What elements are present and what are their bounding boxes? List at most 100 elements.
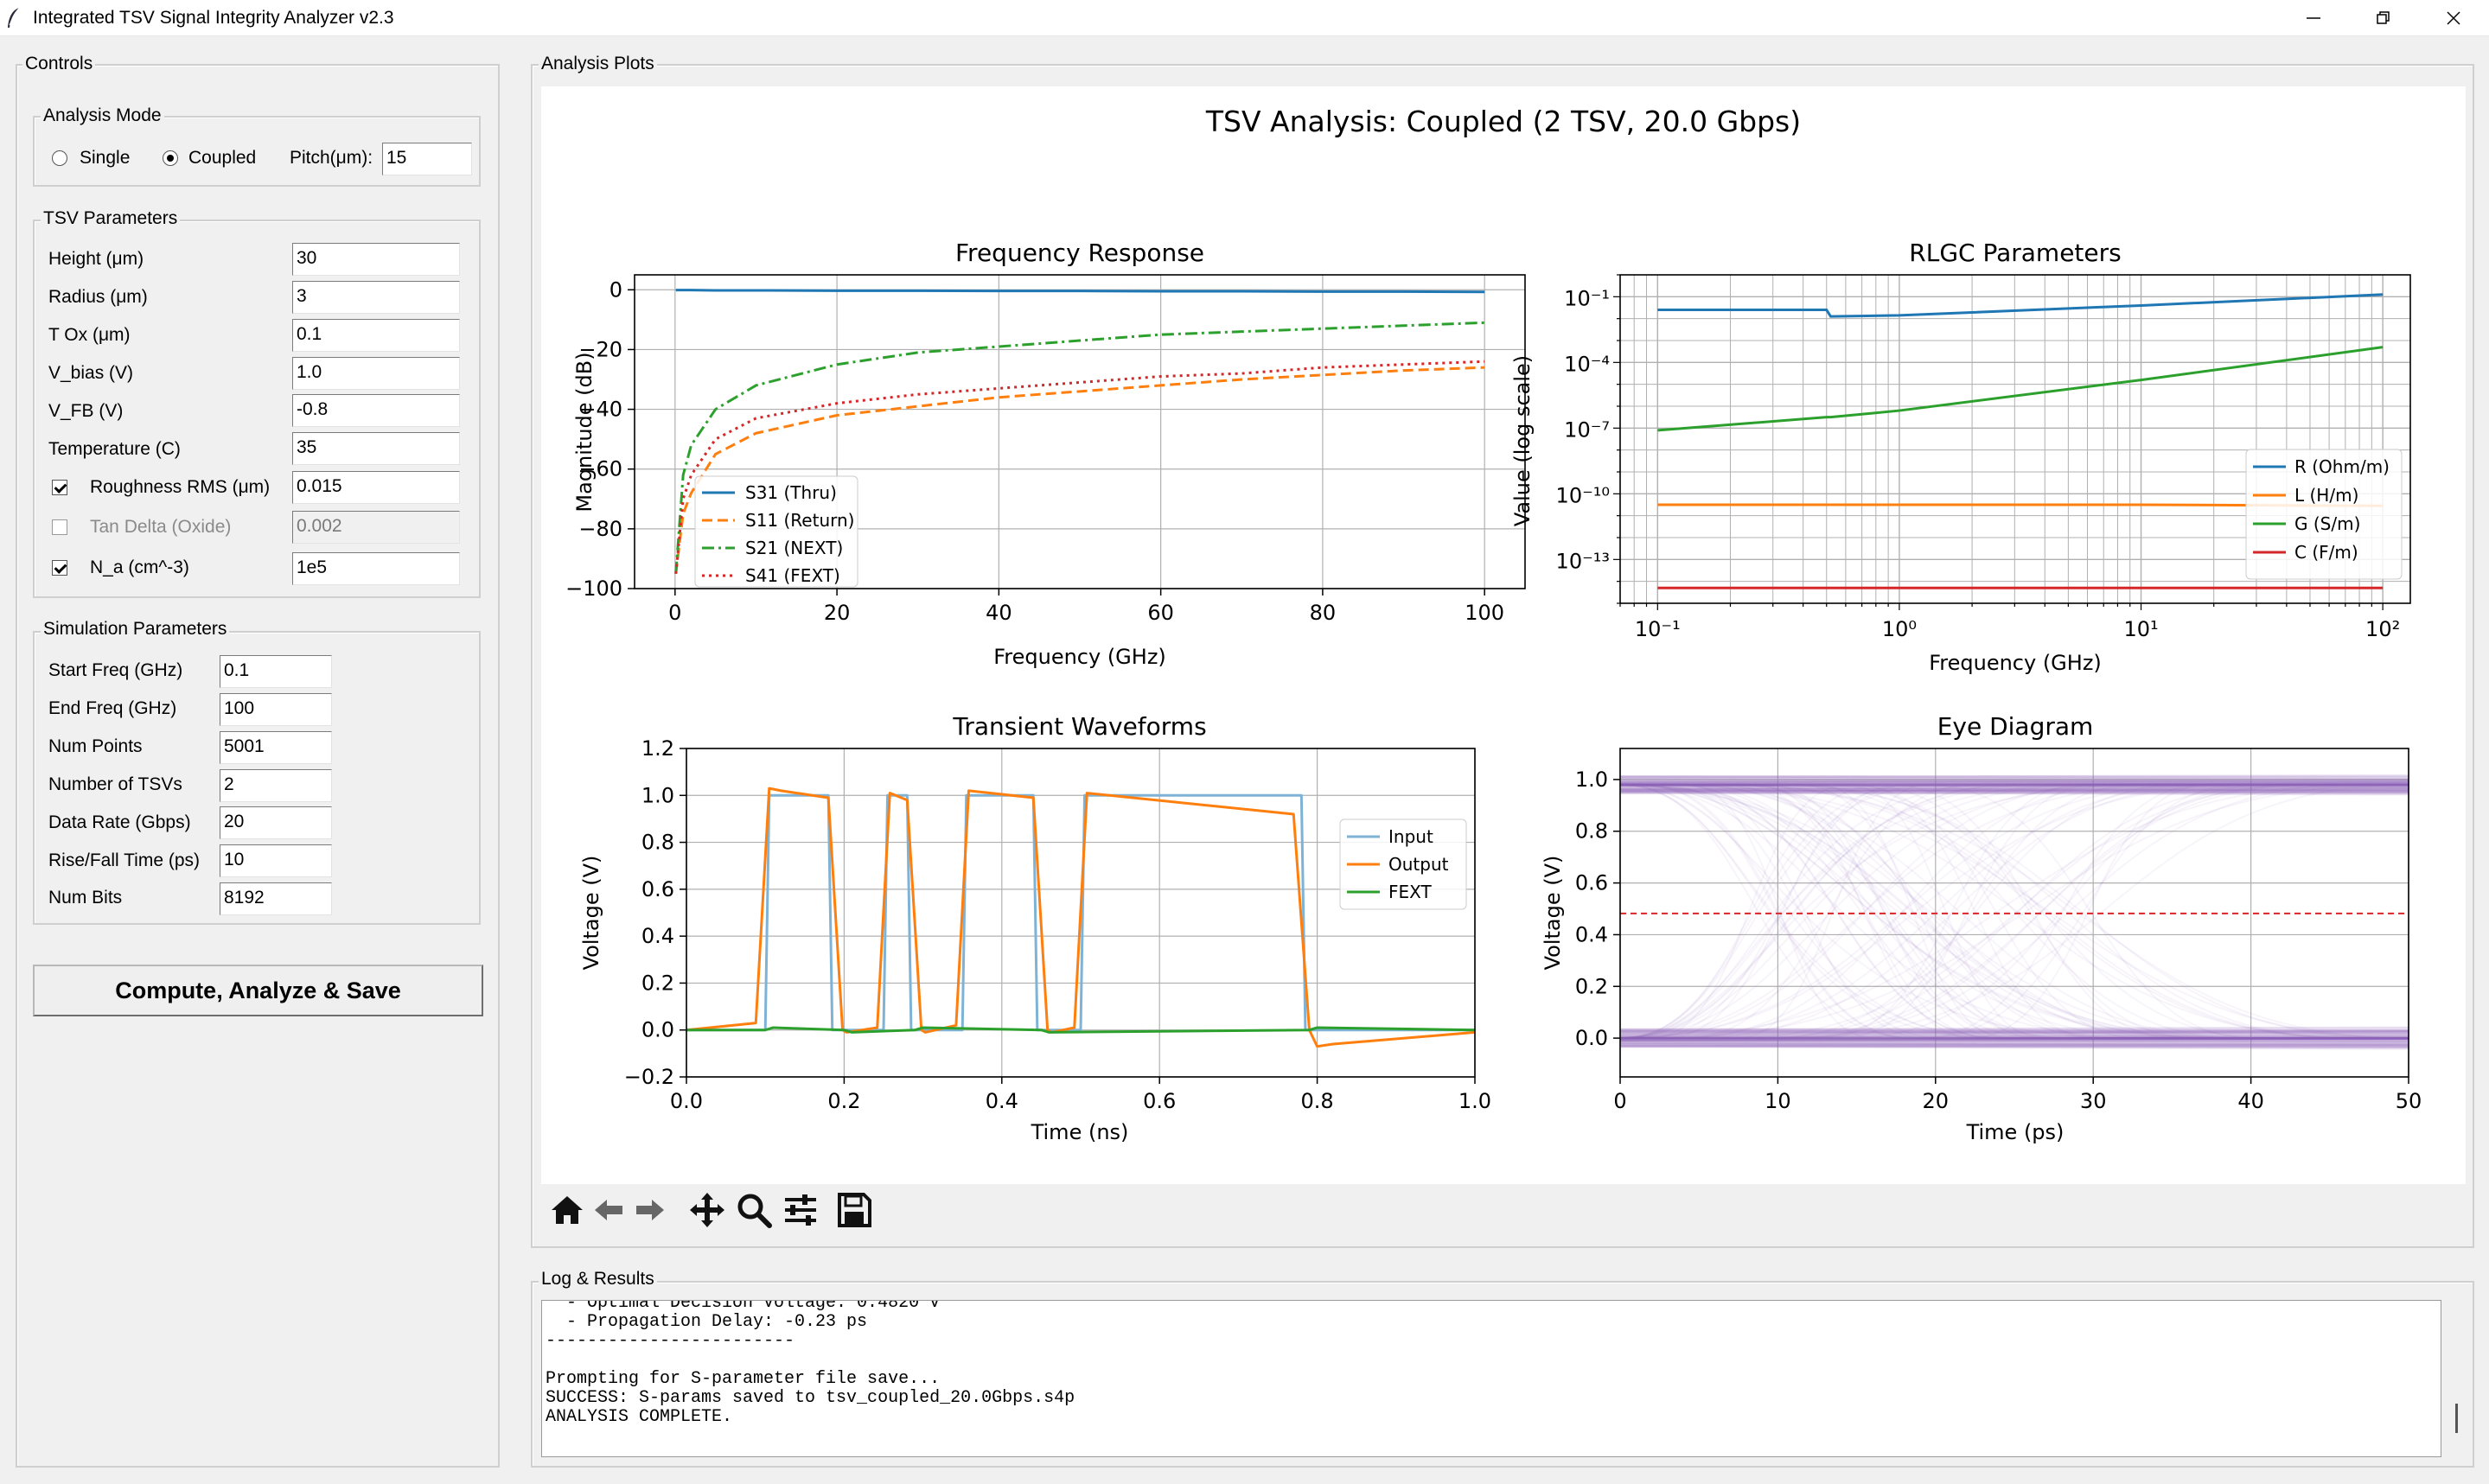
vfb-input[interactable]: -0.8 (292, 394, 460, 427)
y-tick-label: 10⁻¹ (1564, 286, 1610, 310)
roughness-checkbox[interactable] (52, 480, 67, 495)
y-tick-label: −80 (578, 517, 622, 541)
minimize-button[interactable] (2288, 3, 2339, 33)
x-tick-label: 100 (1465, 601, 1504, 625)
save-icon[interactable] (835, 1191, 873, 1229)
y-tick-label: 10⁻⁴ (1564, 352, 1610, 376)
transient-ylabel: Voltage (V) (579, 856, 603, 971)
window-title: Integrated TSV Signal Integrity Analyzer… (33, 8, 394, 28)
x-tick-label: 0 (668, 601, 681, 625)
eye-xlabel: Time (ps) (1966, 1120, 2065, 1144)
x-tick-label: 10 (1765, 1089, 1791, 1113)
y-tick-label: 10⁻⁷ (1564, 417, 1610, 442)
compute-analyze-save-button[interactable]: Compute, Analyze & Save (33, 965, 483, 1016)
na-input[interactable]: 1e5 (292, 552, 460, 585)
log-scrollbar-thumb[interactable] (2455, 1404, 2458, 1433)
num-bits-input[interactable]: 8192 (220, 882, 332, 915)
y-tick-label: 0.6 (641, 877, 674, 901)
y-tick-label: 0.4 (641, 924, 674, 948)
log-line: Prompting for S-parameter file save... (546, 1369, 941, 1389)
num-tsvs-input[interactable]: 2 (220, 769, 332, 802)
y-tick-label: −0.2 (624, 1065, 674, 1089)
series-line (1657, 293, 2384, 318)
data-rate-input[interactable]: 20 (220, 806, 332, 839)
num-bits-label: Num Bits (48, 888, 123, 908)
roughness-label: Roughness RMS (μm) (90, 477, 271, 497)
radius-input[interactable]: 3 (292, 281, 460, 314)
rlgc-parameters-plot: RLGC Parameters 10⁻¹ 10⁰ 10¹ 10² 10⁻¹ 10⁻⁴ 10⁻… (1510, 239, 2411, 675)
analysis-plots-title: Analysis Plots (539, 54, 657, 74)
na-checkbox[interactable] (52, 560, 67, 576)
vfb-label: V_FB (V) (48, 401, 124, 421)
pan-icon[interactable] (688, 1191, 726, 1229)
legend-label: Input (1388, 826, 1433, 847)
x-tick-label: 0.6 (1143, 1089, 1176, 1113)
legend-label: R (Ohm/m) (2294, 456, 2390, 477)
close-button[interactable] (2428, 3, 2479, 33)
start-freq-label: Start Freq (GHz) (48, 660, 183, 680)
simulation-parameters-title: Simulation Parameters (41, 619, 230, 640)
vbias-input[interactable]: 1.0 (292, 357, 460, 390)
eye-diagram-plot: Eye Diagram 0 10 20 30 40 50 1.0 0.8 0.6 0.4 0.2 0.… (1541, 712, 2422, 1144)
y-tick-label: 0.2 (641, 971, 674, 995)
plot-canvas[interactable]: TSV Analysis: Coupled (2 TSV, 20.0 Gbps)… (541, 86, 2466, 1184)
zoom-icon[interactable] (735, 1191, 773, 1229)
y-tick-label: 0.0 (641, 1018, 674, 1042)
legend-label: C (F/m) (2294, 542, 2358, 563)
tan-delta-checkbox[interactable] (52, 519, 67, 535)
x-tick-label: 10² (2365, 617, 2400, 641)
rise-fall-input[interactable]: 10 (220, 844, 332, 877)
data-rate-label: Data Rate (Gbps) (48, 812, 191, 832)
restore-icon (2377, 11, 2390, 24)
tan-delta-label: Tan Delta (Oxide) (90, 517, 232, 537)
x-tick-label: 10⁰ (1882, 617, 1917, 641)
series-line (1657, 346, 2384, 432)
radio-coupled[interactable] (163, 150, 178, 166)
y-tick-label: 1.2 (641, 736, 674, 761)
roughness-input[interactable]: 0.015 (292, 471, 460, 504)
freq-response-ylabel: Magnitude (dB) (572, 352, 597, 512)
log-text-area[interactable]: - Optimal Decision Voltage: 0.4820 V - P… (541, 1300, 2441, 1457)
x-tick-label: 20 (1923, 1089, 1950, 1113)
pitch-label: Pitch(μm): (290, 148, 373, 168)
radio-single[interactable] (52, 150, 67, 166)
num-tsvs-label: Number of TSVs (48, 774, 182, 794)
temperature-input[interactable]: 35 (292, 432, 460, 465)
y-tick-label: 0.8 (1575, 819, 1608, 844)
radius-label: Radius (μm) (48, 287, 148, 307)
tan-delta-input: 0.002 (292, 511, 460, 544)
pitch-input[interactable]: 15 (382, 143, 472, 175)
rlgc-xlabel: Frequency (GHz) (1929, 651, 2102, 675)
series-line (675, 289, 1485, 294)
num-points-label: Num Points (48, 736, 143, 756)
tox-input[interactable]: 0.1 (292, 319, 460, 352)
y-tick-label: 0.0 (1575, 1026, 1608, 1050)
x-tick-label: 60 (1147, 601, 1174, 625)
back-arrow-icon[interactable] (590, 1191, 628, 1229)
restore-button[interactable] (2358, 3, 2409, 33)
end-freq-label: End Freq (GHz) (48, 698, 177, 718)
num-points-input[interactable]: 5001 (220, 731, 332, 764)
x-tick-label: 0.4 (986, 1089, 1018, 1113)
log-line: SUCCESS: S-params saved to tsv_coupled_2… (546, 1388, 1075, 1408)
end-freq-input[interactable]: 100 (220, 693, 332, 726)
analysis-mode-title: Analysis Mode (41, 105, 164, 126)
forward-arrow-icon[interactable] (631, 1191, 669, 1229)
configure-icon[interactable] (782, 1191, 820, 1229)
figure-suptitle: TSV Analysis: Coupled (2 TSV, 20.0 Gbps) (1205, 105, 1801, 138)
y-tick-label: 1.0 (641, 783, 674, 807)
height-input[interactable]: 30 (292, 243, 460, 276)
x-tick-label: 20 (824, 601, 851, 625)
y-tick-label: 0.4 (1575, 922, 1608, 946)
log-scrollbar[interactable] (2447, 1296, 2466, 1457)
rlgc-title: RLGC Parameters (1909, 239, 2121, 267)
start-freq-input[interactable]: 0.1 (220, 655, 332, 688)
log-line: - Optimal Decision Voltage: 0.4820 V (546, 1300, 941, 1313)
x-tick-label: 50 (2396, 1089, 2422, 1113)
y-tick-label: 0.2 (1575, 974, 1608, 998)
x-tick-label: 0 (1613, 1089, 1626, 1113)
freq-response-title: Frequency Response (955, 239, 1204, 267)
legend-label: FEXT (1388, 882, 1432, 902)
home-icon[interactable] (548, 1191, 586, 1229)
legend-label: S41 (FEXT) (745, 565, 840, 586)
